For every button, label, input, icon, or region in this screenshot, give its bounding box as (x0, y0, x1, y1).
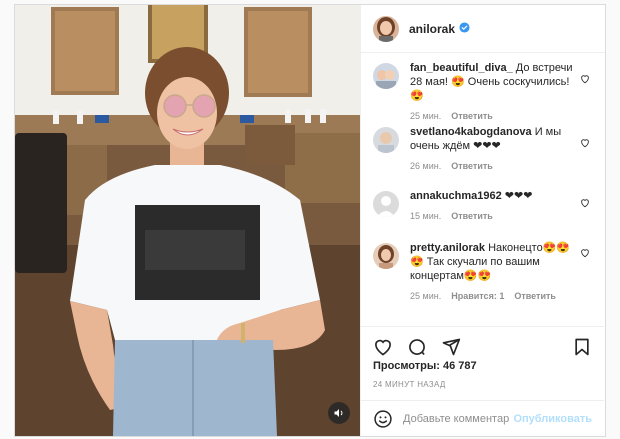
commenter-avatar[interactable] (373, 243, 399, 269)
commenter-avatar[interactable] (373, 63, 399, 89)
comment-time[interactable]: 26 мин. (410, 161, 441, 171)
commenter-avatar[interactable] (373, 127, 399, 153)
comment-bubble-icon[interactable] (407, 337, 427, 357)
post-video[interactable] (15, 5, 360, 436)
comment-item: svetlano4kabogdanova И мы очень ждём ❤❤❤… (361, 117, 604, 181)
post-details-panel: anilorak fan_beautiful_diva_ До встречи … (360, 5, 605, 436)
instagram-post: anilorak fan_beautiful_diva_ До встречи … (14, 4, 606, 437)
author-avatar[interactable] (373, 15, 399, 42)
post-time-ago[interactable]: 24 МИНУТ НАЗАД (373, 380, 446, 389)
comment-input[interactable] (403, 412, 510, 425)
reply-button[interactable]: Ответить (514, 291, 556, 301)
like-comment-heart-icon[interactable] (580, 137, 590, 151)
add-comment-bar: Опубликовать (361, 400, 604, 436)
author-username[interactable]: anilorak (409, 22, 455, 36)
publish-button[interactable]: Опубликовать (513, 413, 592, 425)
like-comment-heart-icon[interactable] (580, 197, 590, 211)
like-comment-heart-icon[interactable] (580, 247, 590, 261)
comment-username[interactable]: annakuchma1962 (410, 190, 502, 202)
share-paper-plane-icon[interactable] (441, 337, 461, 357)
comment-item: annakuchma1962 ❤❤❤ 15 мин. Ответить (361, 181, 604, 233)
reply-button[interactable]: Ответить (451, 211, 493, 221)
verified-badge-icon (459, 21, 470, 36)
comments-list: fan_beautiful_diva_ До встречи 28 мая! 😍… (361, 61, 604, 313)
comment-time[interactable]: 25 мин. (410, 291, 441, 301)
sound-toggle-button[interactable] (328, 402, 350, 424)
comment-username[interactable]: pretty.anilorak (410, 242, 485, 254)
post-header: anilorak (361, 5, 605, 53)
post-photo (15, 5, 360, 436)
page-background: anilorak fan_beautiful_diva_ До встречи … (0, 0, 620, 439)
comment-username[interactable]: svetlano4kabogdanova (410, 126, 532, 138)
like-comment-heart-icon[interactable] (580, 73, 590, 87)
like-heart-icon[interactable] (373, 337, 393, 357)
comment-username[interactable]: fan_beautiful_diva_ (410, 62, 513, 74)
comment-text: ❤❤❤ (504, 190, 533, 202)
comment-time[interactable]: 15 мин. (410, 211, 441, 221)
speaker-icon (334, 409, 343, 417)
views-count[interactable]: Просмотры: 46 787 (373, 360, 477, 372)
bookmark-icon[interactable] (572, 337, 592, 357)
comment-item: pretty.anilorak Наконецто😍😍😍 Так скучали… (361, 233, 604, 313)
emoji-smile-icon[interactable] (373, 409, 393, 429)
commenter-avatar[interactable] (373, 191, 399, 217)
comment-item: fan_beautiful_diva_ До встречи 28 мая! 😍… (361, 61, 604, 121)
views-label: Просмотры: (373, 360, 440, 372)
views-value: 46 787 (442, 360, 477, 372)
comment-likes[interactable]: Нравится: 1 (451, 291, 504, 301)
reply-button[interactable]: Ответить (451, 161, 493, 171)
